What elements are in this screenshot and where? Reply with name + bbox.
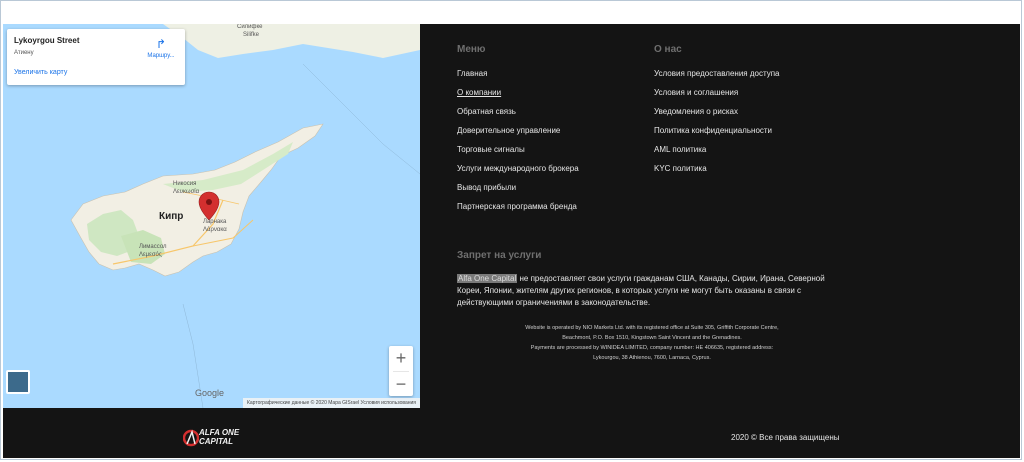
directions-icon: ↱: [155, 37, 167, 51]
menu-item-trust-management[interactable]: Доверительное управление: [457, 121, 579, 140]
copyright-text: 2020 © Все права защищены: [731, 433, 840, 442]
menu-item-trading-signals[interactable]: Торговые сигналы: [457, 140, 579, 159]
brand-logo-line2: CAPITAL: [199, 437, 234, 446]
city-nicosia: Никосия: [173, 181, 197, 187]
google-map[interactable]: Силифке Silifke Никосия Λευκωσία Кипр Ли…: [3, 24, 420, 408]
city-larnaca-alt: Λάρνακα: [203, 227, 227, 233]
directions-label: Маршру...: [147, 53, 175, 59]
city-silifke: Силифке: [237, 24, 263, 30]
company-name-highlight: Alfa One Capital: [457, 274, 518, 283]
about-item-kyc-policy[interactable]: KYC политика: [654, 159, 780, 178]
legal-info: Website is operated by NIO Markets Ltd. …: [457, 323, 847, 363]
city-larnaca: Ларнака: [203, 219, 227, 225]
city-nicosia-alt: Λευκωσία: [173, 189, 200, 195]
about-item-privacy-policy[interactable]: Политика конфиденциальности: [654, 121, 780, 140]
service-ban-title: Запрет на услуги: [457, 250, 542, 261]
about-title: О нас: [654, 44, 682, 55]
brand-logo-icon: [183, 429, 199, 447]
menu-item-home[interactable]: Главная: [457, 64, 579, 83]
menu-item-feedback[interactable]: Обратная связь: [457, 102, 579, 121]
directions-button[interactable]: ↱ Маршру...: [141, 37, 181, 59]
city-limassol: Лимассол: [139, 244, 167, 250]
about-item-access-terms[interactable]: Условия предоставления доступа: [654, 64, 780, 83]
enlarge-map-link[interactable]: Увеличить карту: [14, 69, 67, 76]
map-card-subtitle: Атиену: [14, 50, 34, 56]
turkey-land: [163, 24, 420, 58]
map-layer-button[interactable]: [6, 370, 30, 394]
legal-line-4: Lykourgou, 38 Athienou, 7600, Larnaca, C…: [593, 355, 711, 361]
about-item-terms-agreements[interactable]: Условия и соглашения: [654, 83, 780, 102]
zoom-in-button[interactable]: +: [389, 346, 413, 371]
about-item-aml-policy[interactable]: AML политика: [654, 140, 780, 159]
menu-item-withdrawal[interactable]: Вывод прибыли: [457, 178, 579, 197]
sea-boundary-1: [302, 63, 420, 175]
top-strip: [2, 2, 1020, 24]
map-attribution[interactable]: Картографические данные © 2020 Mapa GISr…: [242, 398, 420, 408]
service-ban-text: Alfa One Capital не предоставляет свои у…: [457, 273, 847, 309]
legal-line-1: Website is operated by NIO Markets Ltd. …: [525, 325, 779, 331]
menu-item-partner-program[interactable]: Партнерская программа бренда: [457, 197, 579, 216]
about-item-risk-notices[interactable]: Уведомления о рисках: [654, 102, 780, 121]
brand-logo[interactable]: ALFA ONE CAPITAL: [183, 426, 253, 452]
city-silifke-alt: Silifke: [243, 32, 260, 38]
legal-line-2: Beachmont, P.O. Box 1510, Kingstown Sain…: [562, 335, 742, 341]
bottom-bar: ALFA ONE CAPITAL 2020 © Все права защище…: [3, 408, 1020, 458]
city-limassol-alt: Λεμεσός: [139, 252, 162, 258]
brand-logo-line1: ALFA ONE: [199, 428, 240, 437]
country-label: Кипр: [159, 211, 184, 222]
menu-item-broker-services[interactable]: Услуги международного брокера: [457, 159, 579, 178]
zoom-control[interactable]: + −: [389, 346, 413, 396]
map-info-card: Lykoyrgou Street Атиену Увеличить карту …: [7, 29, 185, 85]
about-list: Условия предоставления доступа Условия и…: [654, 64, 780, 178]
menu-list: Главная О компании Обратная связь Довери…: [457, 64, 579, 216]
footer-content: Меню Главная О компании Обратная связь Д…: [420, 24, 1020, 408]
brand-logo-text: ALFA ONE CAPITAL: [199, 428, 239, 446]
menu-item-about-company[interactable]: О компании: [457, 83, 579, 102]
map-card-title: Lykoyrgou Street: [14, 36, 80, 45]
legal-line-3: Payments are processed by WINIDEA LIMITE…: [530, 345, 774, 351]
menu-title: Меню: [457, 44, 486, 55]
google-logo: Google: [195, 388, 225, 398]
zoom-out-button[interactable]: −: [389, 372, 413, 397]
